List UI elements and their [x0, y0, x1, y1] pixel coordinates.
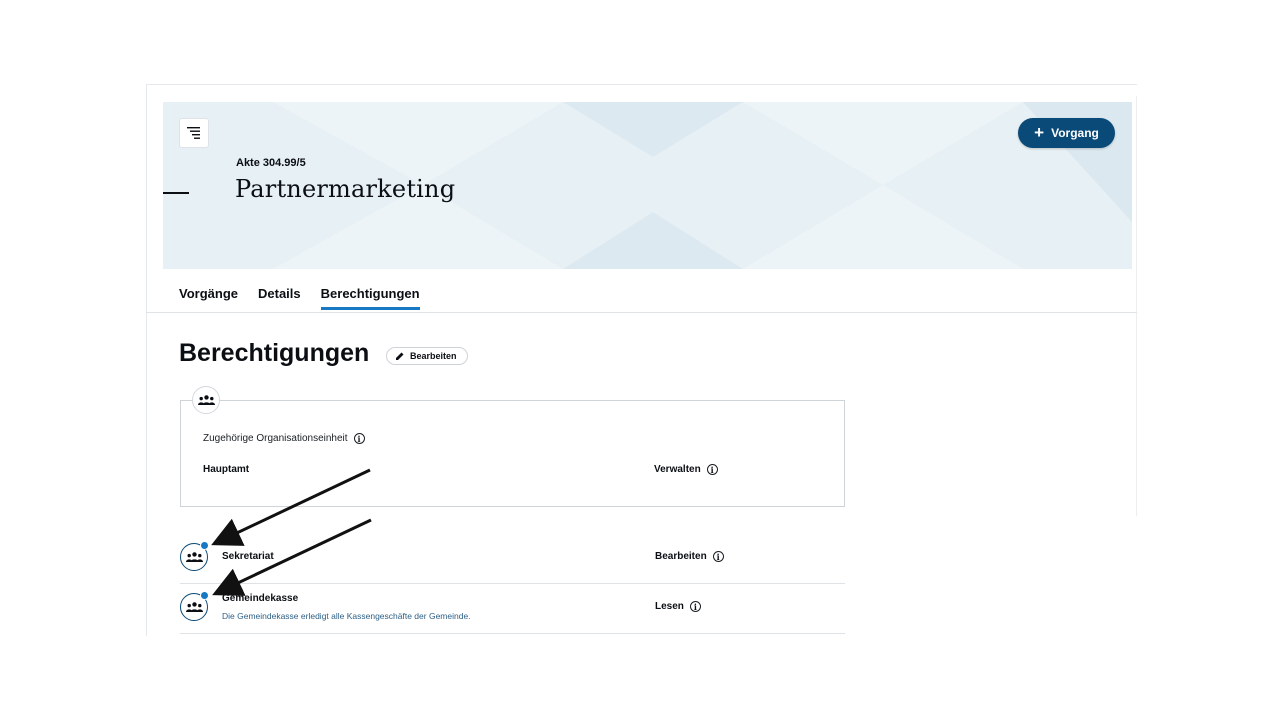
group-permission: Bearbeiten i	[655, 551, 724, 562]
tree-list-icon	[187, 127, 200, 139]
group-permission-text: Lesen	[655, 601, 684, 612]
status-dot	[200, 591, 209, 600]
tree-view-button[interactable]	[179, 118, 209, 148]
row-divider	[180, 633, 845, 634]
org-unit-label-text: Zugehörige Organisationseinheit	[203, 433, 348, 444]
info-icon[interactable]: i	[353, 433, 365, 444]
group-name: Gemeindekasse	[222, 593, 299, 604]
new-case-label: Vorgang	[1051, 126, 1099, 140]
frame-border-right	[1136, 96, 1137, 516]
frame-border-top	[146, 84, 1137, 85]
group-permission-text: Bearbeiten	[655, 551, 707, 562]
org-unit-name: Hauptamt	[203, 464, 250, 475]
list-item[interactable]: Gemeindekasse Die Gemeindekasse erledigt…	[180, 584, 845, 634]
org-unit-permission: Verwalten i	[654, 464, 718, 475]
edit-button[interactable]: Bearbeiten	[386, 347, 468, 365]
edit-button-label: Bearbeiten	[410, 351, 457, 361]
record-header: Akte 304.99/5 Partnermarketing + Vorgang	[163, 102, 1132, 269]
tab-berechtigungen[interactable]: Berechtigungen	[320, 286, 420, 310]
org-unit-card	[180, 400, 845, 507]
new-case-button[interactable]: + Vorgang	[1018, 118, 1115, 148]
app-frame: Akte 304.99/5 Partnermarketing + Vorgang…	[146, 84, 1137, 636]
collapse-dash[interactable]	[163, 192, 189, 194]
tab-details[interactable]: Details	[258, 286, 301, 309]
group-icon	[192, 386, 220, 414]
group-name: Sekretariat	[222, 551, 274, 562]
org-unit-label: Zugehörige Organisationseinheit i	[203, 433, 365, 444]
org-unit-permission-text: Verwalten	[654, 464, 701, 475]
tab-bar: Vorgänge Details Berechtigungen	[179, 286, 420, 310]
frame-border-left	[146, 84, 147, 636]
status-dot	[200, 541, 209, 550]
plus-icon: +	[1034, 123, 1045, 142]
tab-vorgaenge[interactable]: Vorgänge	[179, 286, 238, 309]
tab-divider	[146, 312, 1137, 313]
group-permission: Lesen i	[655, 601, 701, 612]
info-icon[interactable]: i	[689, 601, 701, 612]
info-icon[interactable]: i	[706, 464, 718, 475]
info-icon[interactable]: i	[712, 551, 724, 562]
page-title: Partnermarketing	[235, 175, 456, 203]
section-title: Berechtigungen	[179, 339, 370, 367]
pencil-icon	[396, 352, 404, 360]
list-item[interactable]: Sekretariat Bearbeiten i	[180, 534, 845, 584]
group-description: Die Gemeindekasse erledigt alle Kassenge…	[222, 611, 471, 621]
file-number: Akte 304.99/5	[236, 157, 306, 169]
